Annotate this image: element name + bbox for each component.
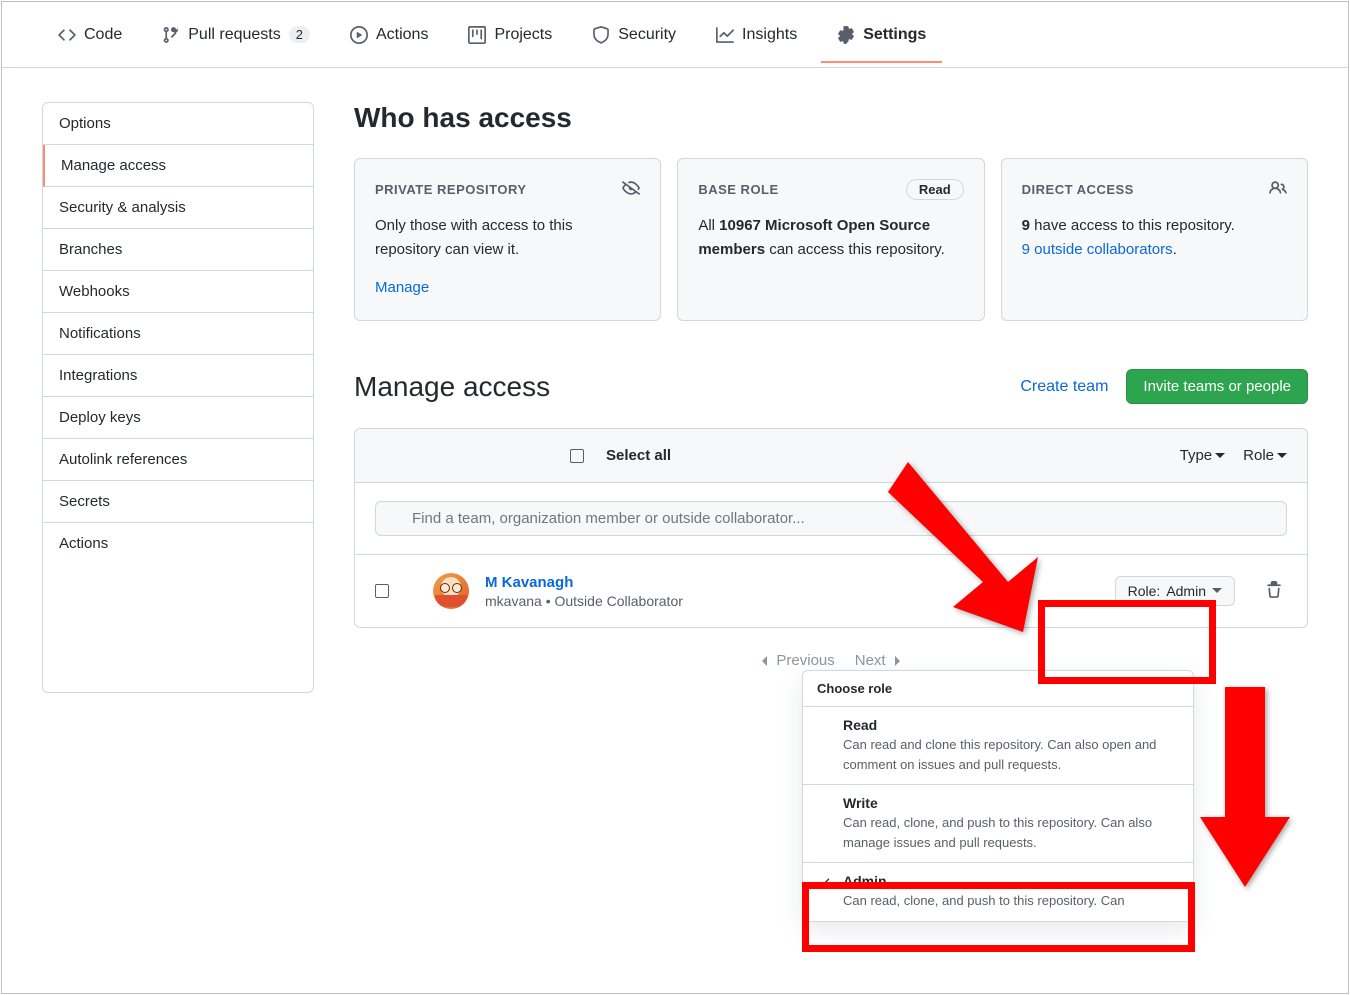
invite-button[interactable]: Invite teams or people	[1126, 369, 1308, 404]
tab-security[interactable]: Security	[576, 8, 692, 62]
card-direct-body: 9 have access to this repository.9 outsi…	[1022, 214, 1287, 262]
sidebar-item-security-analysis[interactable]: Security & analysis	[43, 187, 313, 229]
tab-security-label: Security	[618, 26, 676, 44]
select-all-label: Select all	[606, 447, 1162, 464]
role-option-admin[interactable]: Admin Can read, clone, and push to this …	[803, 863, 1193, 921]
card-private-manage-link[interactable]: Manage	[375, 279, 429, 296]
tab-settings-label: Settings	[863, 26, 926, 44]
prev-page-button[interactable]: Previous	[760, 652, 834, 669]
repo-tabs: Code Pull requests 2 Actions Projects Sec…	[2, 2, 1348, 68]
role-option-read[interactable]: Read Can read and clone this repository.…	[803, 707, 1193, 785]
role-filter[interactable]: Role	[1243, 447, 1287, 464]
outside-collab-link[interactable]: 9 outside collaborators	[1022, 241, 1173, 258]
choose-role-menu: Choose role Read Can read and clone this…	[802, 670, 1194, 922]
user-meta: mkavana • Outside Collaborator	[485, 593, 1099, 609]
card-private-repo: PRIVATE REPOSITORY Only those with acces…	[354, 158, 661, 321]
table-row: M Kavanagh mkavana • Outside Collaborato…	[355, 555, 1307, 627]
sidebar-item-branches[interactable]: Branches	[43, 229, 313, 271]
sidebar-item-deploy-keys[interactable]: Deploy keys	[43, 397, 313, 439]
user-name-link[interactable]: M Kavanagh	[485, 574, 1099, 591]
people-icon	[1269, 179, 1287, 200]
tab-projects-label: Projects	[494, 26, 552, 44]
tab-code[interactable]: Code	[42, 8, 138, 62]
sidebar-item-webhooks[interactable]: Webhooks	[43, 271, 313, 313]
access-list-box: Select all Type Role M Kavanagh	[354, 428, 1308, 628]
sidebar-item-manage-access[interactable]: Manage access	[43, 145, 313, 187]
sidebar-item-secrets[interactable]: Secrets	[43, 481, 313, 523]
tab-pull-requests[interactable]: Pull requests 2	[146, 8, 326, 62]
search-input[interactable]	[375, 501, 1287, 536]
select-all-checkbox[interactable]	[570, 449, 584, 463]
card-direct-title: DIRECT ACCESS	[1022, 182, 1134, 197]
type-filter[interactable]: Type	[1180, 447, 1226, 464]
tab-actions-label: Actions	[376, 26, 428, 44]
card-base-role: BASE ROLE Read All 10967 Microsoft Open S…	[677, 158, 984, 321]
remove-user-button[interactable]	[1261, 577, 1287, 606]
card-baserole-title: BASE ROLE	[698, 182, 778, 197]
tab-pr-label: Pull requests	[188, 26, 281, 44]
create-team-link[interactable]: Create team	[1020, 378, 1108, 396]
sidebar-item-actions[interactable]: Actions	[43, 523, 313, 564]
role-option-write[interactable]: Write Can read, clone, and push to this …	[803, 785, 1193, 863]
settings-sidebar: Options Manage access Security & analysi…	[42, 102, 314, 693]
page-title: Who has access	[354, 102, 1308, 134]
tab-actions[interactable]: Actions	[334, 8, 444, 62]
tab-projects[interactable]: Projects	[452, 8, 568, 62]
manage-access-heading: Manage access	[354, 371, 550, 403]
check-icon	[817, 875, 831, 892]
card-baserole-body: All 10967 Microsoft Open Source members …	[698, 214, 963, 262]
base-role-badge: Read	[906, 179, 964, 200]
card-direct-access: DIRECT ACCESS 9 have access to this repo…	[1001, 158, 1308, 321]
next-page-button[interactable]: Next	[855, 652, 902, 669]
tab-insights[interactable]: Insights	[700, 8, 813, 62]
tab-insights-label: Insights	[742, 26, 797, 44]
role-dropdown-button[interactable]: Role: Admin	[1115, 576, 1235, 606]
card-private-title: PRIVATE REPOSITORY	[375, 182, 527, 197]
row-checkbox[interactable]	[375, 584, 389, 598]
eye-off-icon	[622, 179, 640, 200]
sidebar-item-integrations[interactable]: Integrations	[43, 355, 313, 397]
card-private-body: Only those with access to this repositor…	[375, 214, 640, 262]
pr-counter: 2	[289, 26, 310, 43]
choose-role-title: Choose role	[803, 671, 1193, 707]
tab-code-label: Code	[84, 26, 122, 44]
avatar	[433, 573, 469, 609]
sidebar-item-autolink[interactable]: Autolink references	[43, 439, 313, 481]
sidebar-item-notifications[interactable]: Notifications	[43, 313, 313, 355]
tab-settings[interactable]: Settings	[821, 8, 942, 62]
sidebar-item-options[interactable]: Options	[43, 103, 313, 145]
